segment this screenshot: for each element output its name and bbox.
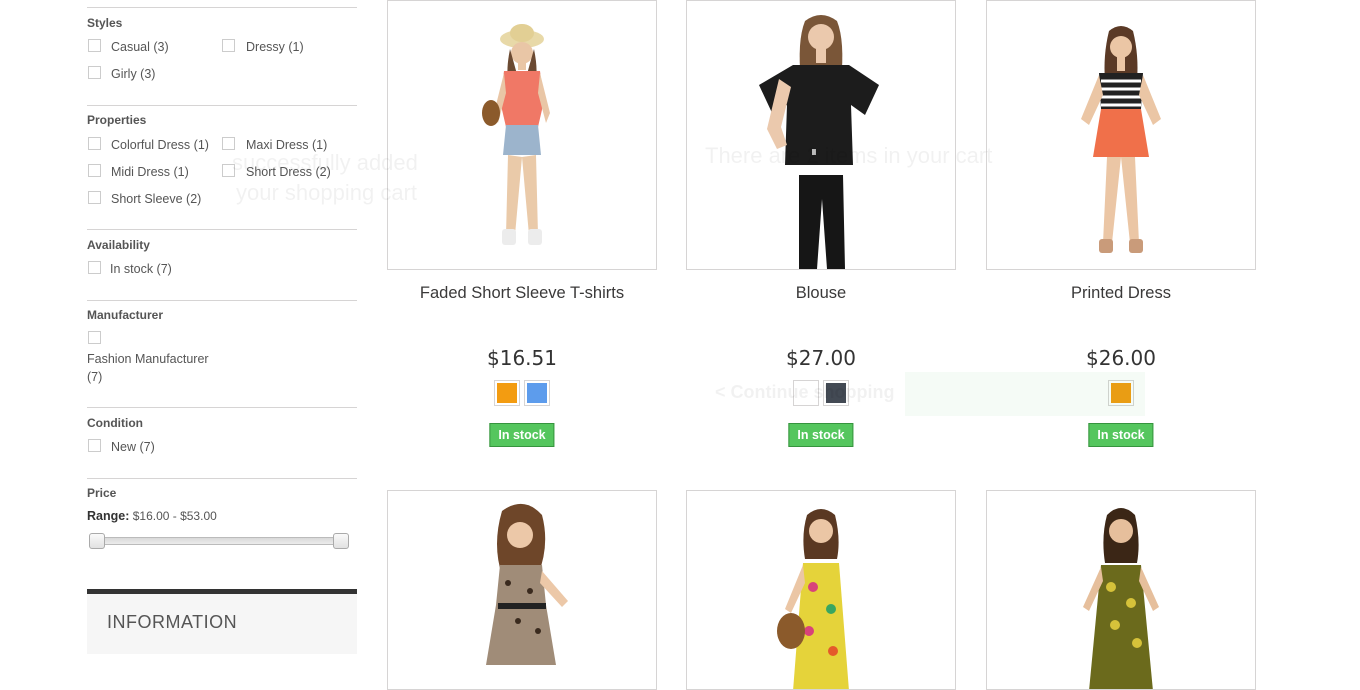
- in-stock-badge: In stock: [489, 423, 555, 447]
- fashion-manufacturer-checkbox[interactable]: [88, 331, 101, 344]
- price-slider-min-handle[interactable]: [89, 533, 105, 549]
- price-slider-track[interactable]: [90, 537, 349, 545]
- product-card[interactable]: [986, 490, 1256, 690]
- color-swatches: [686, 380, 956, 406]
- divider: [87, 407, 357, 408]
- product-price: $16.51: [487, 346, 557, 370]
- color-swatch-dark-gray[interactable]: [823, 380, 849, 406]
- girly-option[interactable]: Girly (3): [111, 67, 155, 81]
- styles-filter-title: Styles: [87, 16, 123, 30]
- short-dress-option[interactable]: Short Dress (2): [246, 165, 331, 179]
- color-swatch-orange[interactable]: [494, 380, 520, 406]
- colorful-dress-checkbox[interactable]: [88, 137, 101, 150]
- in-stock-badge: In stock: [788, 423, 854, 447]
- product-card[interactable]: [686, 490, 956, 690]
- range-value: $16.00 - $53.00: [132, 509, 217, 523]
- product-name[interactable]: Faded Short Sleeve T-shirts: [387, 284, 657, 303]
- product-image[interactable]: [986, 490, 1256, 690]
- condition-filter-title: Condition: [87, 416, 143, 430]
- properties-filter-title: Properties: [87, 113, 147, 127]
- price-filter-title: Price: [87, 486, 117, 500]
- in-stock-badge: In stock: [1088, 423, 1154, 447]
- colorful-dress-option[interactable]: Colorful Dress (1): [111, 138, 209, 152]
- product-price: $26.00: [1086, 346, 1156, 370]
- product-image[interactable]: [986, 0, 1256, 270]
- product-image[interactable]: [686, 0, 956, 270]
- woman-in-leopard-dress-image: [486, 503, 568, 665]
- new-checkbox[interactable]: [88, 439, 101, 452]
- color-swatch-blue[interactable]: [524, 380, 550, 406]
- divider: [87, 300, 357, 301]
- woman-in-striped-top-image: [1081, 26, 1161, 253]
- product-card[interactable]: Faded Short Sleeve T-shirts $16.51 In st…: [387, 0, 657, 460]
- product-name[interactable]: Printed Dress: [986, 284, 1256, 303]
- maxi-dress-checkbox[interactable]: [222, 137, 235, 150]
- product-price: $27.00: [786, 346, 856, 370]
- in-stock-option[interactable]: In stock (7): [110, 262, 172, 276]
- midi-dress-option[interactable]: Midi Dress (1): [111, 165, 189, 179]
- manufacturer-filter-title: Manufacturer: [87, 308, 164, 322]
- short-sleeve-option[interactable]: Short Sleeve (2): [111, 192, 201, 206]
- woman-in-black-blouse-image: [759, 15, 879, 269]
- color-swatches: [986, 380, 1256, 406]
- short-dress-checkbox[interactable]: [222, 164, 235, 177]
- price-range-label: Range: $16.00 - $53.00: [87, 509, 217, 523]
- new-option[interactable]: New (7): [111, 440, 155, 454]
- casual-option[interactable]: Casual (3): [111, 40, 169, 54]
- fashion-manufacturer-count: (7): [87, 370, 103, 384]
- product-image[interactable]: [387, 0, 657, 270]
- availability-filter-title: Availability: [87, 238, 150, 252]
- information-block[interactable]: INFORMATION: [87, 589, 357, 654]
- girly-checkbox[interactable]: [88, 66, 101, 79]
- color-swatch-white[interactable]: [793, 380, 819, 406]
- woman-in-floral-maxi-dress-image: [777, 509, 849, 689]
- product-image[interactable]: [686, 490, 956, 690]
- price-slider-max-handle[interactable]: [333, 533, 349, 549]
- fashion-manufacturer-option[interactable]: Fashion Manufacturer: [87, 352, 209, 366]
- range-label-text: Range:: [87, 509, 130, 523]
- short-sleeve-checkbox[interactable]: [88, 191, 101, 204]
- dressy-checkbox[interactable]: [222, 39, 235, 52]
- product-card[interactable]: [387, 490, 657, 690]
- color-swatches: [387, 380, 657, 406]
- casual-checkbox[interactable]: [88, 39, 101, 52]
- product-card[interactable]: Printed Dress $26.00 In stock: [986, 0, 1256, 460]
- divider: [87, 229, 357, 230]
- color-swatch-orange[interactable]: [1108, 380, 1134, 406]
- information-title: INFORMATION: [107, 612, 238, 632]
- in-stock-checkbox[interactable]: [88, 261, 101, 274]
- product-image[interactable]: [387, 490, 657, 690]
- maxi-dress-option[interactable]: Maxi Dress (1): [246, 138, 327, 152]
- divider: [87, 105, 357, 106]
- midi-dress-checkbox[interactable]: [88, 164, 101, 177]
- divider: [87, 7, 357, 8]
- woman-in-coral-top-image: [482, 24, 550, 245]
- woman-in-yellow-print-dress-image: [1083, 508, 1159, 689]
- dressy-option[interactable]: Dressy (1): [246, 40, 304, 54]
- divider: [87, 478, 357, 479]
- product-card[interactable]: Blouse $27.00 In stock: [686, 0, 956, 460]
- product-name[interactable]: Blouse: [686, 284, 956, 303]
